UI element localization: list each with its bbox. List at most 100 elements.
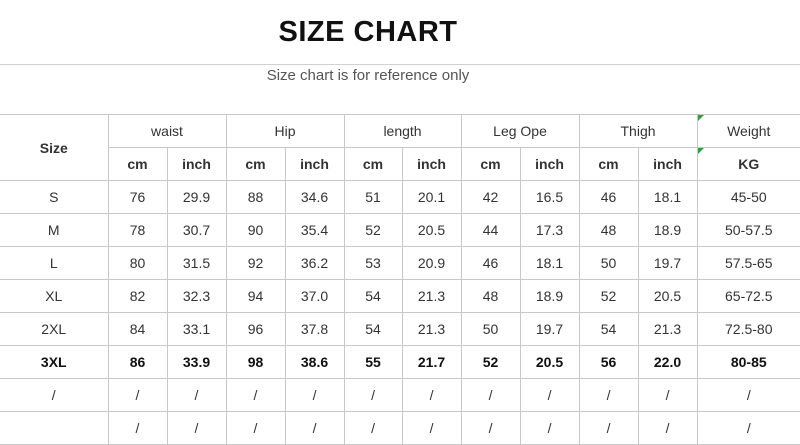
table-cell: 94 [225, 279, 286, 313]
table-cell: 18.1 [519, 246, 580, 280]
table-cell: 52 [460, 345, 521, 379]
table-row: XL 82 32.3 94 37.0 54 21.3 48 18.9 52 20.5 65-72.5 [0, 279, 800, 313]
table-cell: 21.3 [401, 279, 462, 313]
unit-header: inch [166, 147, 227, 181]
table-cell: 72.5-80 [696, 312, 800, 346]
table-cell: 18.9 [519, 279, 580, 313]
page-title: SIZE CHART [278, 16, 458, 48]
table-row: L 80 31.5 92 36.2 53 20.9 46 18.1 50 19.7 57.5-65 [0, 246, 800, 280]
header-row-groups: Size waist Hip length Leg Ope Thigh Weig… [0, 114, 800, 181]
table-cell: / [637, 378, 698, 412]
table-cell: 52 [343, 213, 403, 247]
table-cell: 46 [578, 180, 639, 214]
unit-header: cm [578, 147, 639, 181]
table-cell: 78 [107, 213, 168, 247]
table-row: / / / / / / / / / / / [0, 411, 800, 445]
table-cell: 17.3 [519, 213, 580, 247]
table-row: S 76 29.9 88 34.6 51 20.1 42 16.5 46 18.1 45-50 [0, 180, 800, 214]
table-cell: 20.1 [401, 180, 462, 214]
table-cell: 20.9 [401, 246, 462, 280]
table-cell: 18.9 [637, 213, 698, 247]
size-label-cell: XL [0, 279, 109, 313]
group-header-leg-opening: Leg Ope [460, 114, 580, 148]
table-cell: / [460, 378, 521, 412]
table-cell: 29.9 [166, 180, 227, 214]
table-cell: 22.0 [637, 345, 698, 379]
table-cell: 16.5 [519, 180, 580, 214]
table-cell: 55 [343, 345, 403, 379]
table-cell: / [343, 411, 403, 445]
table-row: / / / / / / / / / / / / [0, 378, 800, 412]
unit-header: cm [108, 147, 168, 181]
group-header-waist: waist [107, 114, 227, 148]
table-cell: 82 [107, 279, 168, 313]
table-cell: 20.5 [401, 213, 462, 247]
table-cell: 88 [225, 180, 286, 214]
table-cell: 98 [225, 345, 286, 379]
size-label-cell: 3XL [0, 345, 109, 379]
table-cell: 21.3 [401, 312, 462, 346]
table-cell: / [696, 411, 800, 445]
size-label-cell [0, 411, 109, 445]
unit-header: inch [519, 147, 580, 181]
table-cell: 42 [460, 180, 521, 214]
table-cell: 46 [460, 246, 521, 280]
table-cell: 19.7 [637, 246, 698, 280]
table-cell: 84 [107, 312, 168, 346]
table-cell: 20.5 [519, 345, 580, 379]
table-cell: 21.3 [637, 312, 698, 346]
table-cell: 65-72.5 [696, 279, 800, 313]
table-cell: 37.8 [284, 312, 345, 346]
table-cell: 50 [460, 312, 521, 346]
table-cell: 57.5-65 [696, 246, 800, 280]
table-cell: 90 [225, 213, 286, 247]
group-header-length: length [343, 114, 462, 148]
table-row: 3XL 86 33.9 98 38.6 55 21.7 52 20.5 56 22.0 80-85 [0, 345, 800, 379]
table-cell: / [284, 411, 345, 445]
size-label-cell: 2XL [0, 312, 109, 346]
table-cell: / [578, 378, 639, 412]
table-cell: 45-50 [696, 180, 800, 214]
table-cell: / [225, 411, 286, 445]
table-cell: 76 [107, 180, 168, 214]
table-cell: 54 [578, 312, 639, 346]
table-cell: / [460, 411, 521, 445]
table-cell: 37.0 [284, 279, 345, 313]
header-row-units: cm inch cm inch cm inch cm inch cm inch … [0, 147, 800, 181]
table-cell: 48 [460, 279, 521, 313]
table-cell: 96 [225, 312, 286, 346]
table-cell: 33.1 [166, 312, 227, 346]
table-cell: 36.2 [284, 246, 345, 280]
table-cell: / [166, 411, 227, 445]
table-row: M 78 30.7 90 35.4 52 20.5 44 17.3 48 18.9 50-57.5 [0, 213, 800, 247]
table-cell: / [107, 411, 168, 445]
table-cell: 20.5 [637, 279, 698, 313]
table-cell: 19.7 [519, 312, 580, 346]
table-cell: 54 [343, 312, 403, 346]
table-cell: / [166, 378, 227, 412]
table-cell: 50 [578, 246, 639, 280]
table-cell: 33.9 [166, 345, 227, 379]
table-cell: / [519, 411, 580, 445]
table-cell: / [401, 411, 462, 445]
table-cell: 51 [343, 180, 403, 214]
table-cell: 34.6 [284, 180, 345, 214]
table-cell: 44 [460, 213, 521, 247]
unit-header: cm [343, 147, 403, 181]
unit-header: inch [284, 147, 345, 181]
table-cell: 32.3 [166, 279, 227, 313]
table-row: 2XL 84 33.1 96 37.8 54 21.3 50 19.7 54 21.3 72.5-80 [0, 312, 800, 346]
table-cell: 80 [107, 246, 168, 280]
table-cell: 48 [578, 213, 639, 247]
unit-header: inch [401, 147, 462, 181]
group-header-hip: Hip [225, 114, 345, 148]
size-label-cell: / [0, 378, 109, 412]
table-cell: / [696, 378, 800, 412]
table-cell: / [343, 378, 403, 412]
title-band: SIZE CHART [0, 0, 800, 65]
table-cell: / [578, 411, 639, 445]
table-cell: / [225, 378, 286, 412]
unit-header: cm [460, 147, 521, 181]
table-cell: 80-85 [696, 345, 800, 379]
size-label-cell: L [0, 246, 109, 280]
